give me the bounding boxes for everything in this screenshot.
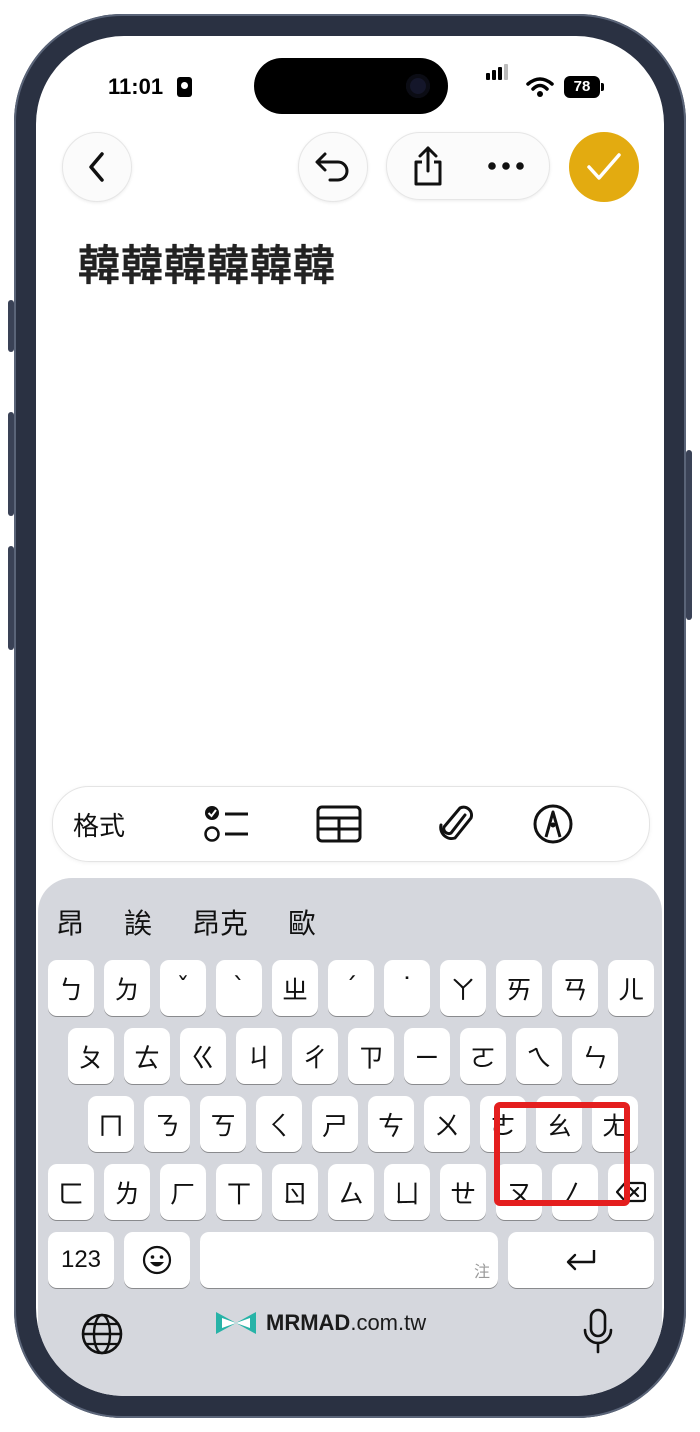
key[interactable]: ㄓ — [272, 960, 318, 1016]
key[interactable]: ㄎ — [200, 1096, 246, 1152]
key[interactable]: ㄨ — [424, 1096, 470, 1152]
key[interactable]: ㄖ — [272, 1164, 318, 1220]
key[interactable]: ㄙ — [328, 1164, 374, 1220]
highlight-box — [494, 1102, 630, 1206]
paperclip-icon — [439, 805, 473, 840]
volume-up-button — [8, 412, 14, 516]
space-key-hint: 注 — [473, 1262, 490, 1281]
action-button — [8, 300, 14, 352]
watermark-text: MRMAD.com.tw — [266, 1310, 426, 1336]
watermark: MRMAD.com.tw — [214, 1310, 426, 1336]
key[interactable]: ㄢ — [552, 960, 598, 1016]
key[interactable]: ㄛ — [460, 1028, 506, 1084]
key[interactable]: ㄆ — [68, 1028, 114, 1084]
key[interactable]: ㄣ — [572, 1028, 618, 1084]
undo-icon — [315, 152, 349, 182]
key[interactable]: ㄐ — [236, 1028, 282, 1084]
globe-icon[interactable] — [80, 1312, 124, 1356]
volume-down-button — [8, 546, 14, 650]
table-icon — [316, 805, 362, 843]
attachment-button[interactable] — [427, 787, 487, 861]
key[interactable]: ㄦ — [608, 960, 654, 1016]
battery-indicator: 78 — [564, 76, 604, 98]
key[interactable]: ˙ — [384, 960, 430, 1016]
chevron-left-icon — [89, 152, 104, 182]
more-icon[interactable] — [487, 161, 525, 171]
key[interactable]: ㄌ — [104, 1164, 150, 1220]
checklist-button[interactable] — [197, 787, 257, 861]
key[interactable]: ㄘ — [368, 1096, 414, 1152]
table-button[interactable] — [309, 787, 369, 861]
candidate-word[interactable]: 昂克 — [192, 902, 248, 942]
format-toolbar: 格式 — [52, 786, 650, 862]
key[interactable]: ㄕ — [312, 1096, 358, 1152]
key[interactable]: ˋ — [216, 960, 262, 1016]
candidate-word[interactable]: 誒 — [124, 902, 152, 942]
power-button — [686, 450, 692, 620]
key[interactable]: ㄩ — [384, 1164, 430, 1220]
key[interactable]: ㄇ — [88, 1096, 134, 1152]
key[interactable]: ㄏ — [160, 1164, 206, 1220]
key[interactable]: ㄒ — [216, 1164, 262, 1220]
key[interactable]: ˊ — [328, 960, 374, 1016]
actions-pill — [386, 132, 550, 200]
watermark-brand: MRMAD — [266, 1310, 351, 1335]
id-card-icon — [177, 77, 192, 97]
key[interactable]: ㄑ — [256, 1096, 302, 1152]
key[interactable]: ˇ — [160, 960, 206, 1016]
candidate-word[interactable]: 歐 — [288, 902, 316, 942]
back-button[interactable] — [62, 132, 132, 202]
numbers-key[interactable]: 123 — [48, 1232, 114, 1288]
key[interactable]: ㄔ — [292, 1028, 338, 1084]
key[interactable]: ㄅ — [48, 960, 94, 1016]
checklist-icon — [204, 806, 248, 842]
camera-icon — [406, 74, 430, 98]
space-key[interactable]: 注 — [200, 1232, 498, 1288]
key[interactable]: ㄗ — [348, 1028, 394, 1084]
note-body[interactable]: 韓韓韓韓韓韓 — [78, 232, 336, 293]
key[interactable]: ㄋ — [144, 1096, 190, 1152]
key[interactable]: ㄝ — [440, 1164, 486, 1220]
return-key[interactable] — [508, 1232, 654, 1288]
undo-button[interactable] — [298, 132, 368, 202]
return-arrow-icon — [566, 1250, 596, 1271]
status-time: 11:01 — [108, 74, 164, 99]
key[interactable]: ㄉ — [104, 960, 150, 1016]
wifi-icon — [526, 77, 554, 97]
candidate-word[interactable]: 昂 — [56, 902, 84, 942]
markup-button[interactable] — [523, 787, 583, 861]
key[interactable]: ㄊ — [124, 1028, 170, 1084]
key[interactable]: ㄍ — [180, 1028, 226, 1084]
microphone-icon[interactable] — [582, 1308, 614, 1356]
key[interactable]: ㄚ — [440, 960, 486, 1016]
key[interactable]: ㄞ — [496, 960, 542, 1016]
watermark-domain: .com.tw — [350, 1310, 427, 1335]
key[interactable]: ㄟ — [516, 1028, 562, 1084]
done-button[interactable] — [569, 132, 639, 202]
pen-tip-icon — [533, 804, 573, 844]
checkmark-icon — [587, 153, 621, 180]
emoji-icon — [142, 1245, 172, 1275]
key[interactable]: ㄈ — [48, 1164, 94, 1220]
dynamic-island — [254, 58, 448, 114]
share-icon[interactable] — [411, 145, 445, 187]
emoji-key[interactable] — [124, 1232, 190, 1288]
mrmad-logo-icon — [216, 1312, 256, 1334]
key[interactable]: ㄧ — [404, 1028, 450, 1084]
format-button[interactable]: 格式 — [73, 787, 125, 861]
